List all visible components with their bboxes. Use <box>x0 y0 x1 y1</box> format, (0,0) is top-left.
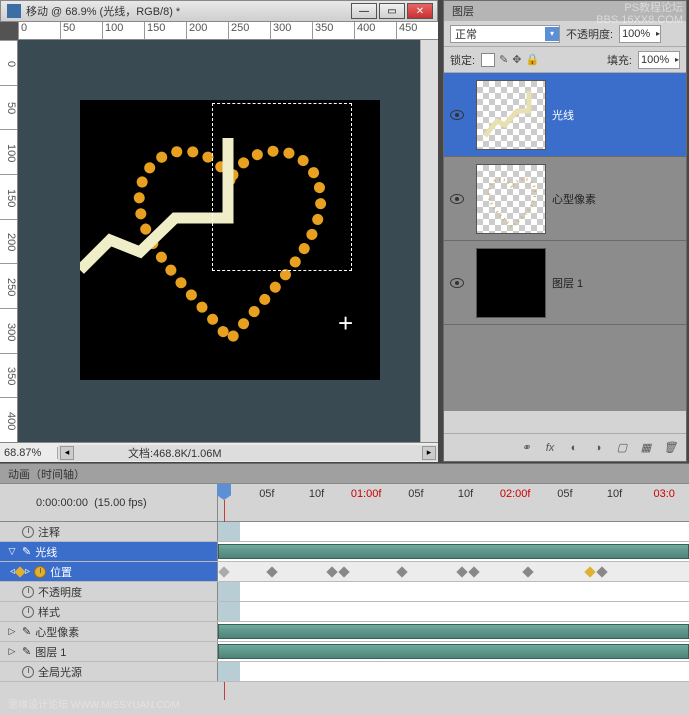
scrollbar-vertical[interactable] <box>420 40 438 442</box>
fill-label: 填充: <box>607 52 632 68</box>
stopwatch-icon[interactable] <box>22 526 34 538</box>
ruler-vertical[interactable]: 050100150200250300350400 <box>0 40 18 442</box>
expand-icon[interactable]: ▷ <box>6 626 18 637</box>
timeline-ruler[interactable]: 05f10f01:00f05f10f02:00f05f10f03:0 <box>218 484 689 521</box>
collapse-icon[interactable]: ▽ <box>6 546 18 557</box>
scroll-left-arrow[interactable]: ◂ <box>60 446 74 460</box>
scrollbar-horizontal[interactable]: ◂ 文档:468.8K/1.06M ▸ <box>58 445 438 461</box>
visibility-toggle[interactable] <box>444 110 470 120</box>
crosshair-cursor: + <box>338 308 353 339</box>
watermark-bottom: 思缘设计论坛 WWW.MISSYUAN.COM <box>8 696 180 711</box>
timeline-tracks: 注释 ▽ ✎ 光线 ◃ ▹ 位置 <box>0 522 689 682</box>
brush-icon: ✎ <box>22 545 31 558</box>
visibility-toggle[interactable] <box>444 194 470 204</box>
layer-thumbnail[interactable] <box>476 248 546 318</box>
document-titlebar[interactable]: 移动 @ 68.9% (光线，RGB/8) * — ▭ ✕ <box>0 0 438 22</box>
selection-marquee[interactable] <box>212 103 352 271</box>
opacity-label: 不透明度: <box>566 26 613 42</box>
keyframe[interactable] <box>338 566 349 577</box>
expand-icon[interactable]: ▷ <box>6 646 18 657</box>
track-light-layer[interactable]: ▽ ✎ 光线 <box>0 542 218 561</box>
stopwatch-icon[interactable] <box>22 606 34 618</box>
add-keyframe-icon[interactable] <box>14 566 25 577</box>
link-layers-icon[interactable]: ⚭ <box>518 441 534 455</box>
layer-name[interactable]: 心型像素 <box>552 191 596 207</box>
track-position[interactable]: ◃ ▹ 位置 <box>0 562 218 581</box>
layer-name[interactable]: 图层 1 <box>552 275 583 291</box>
layers-panel-footer: ⚭ fx ◐ ◑ ▢ ▦ 🗑 <box>444 433 686 461</box>
keyframe[interactable] <box>596 566 607 577</box>
layer-item[interactable]: 图层 1 <box>444 241 686 325</box>
lock-transparency-icon[interactable] <box>481 53 495 67</box>
status-bar: 68.87% ◂ 文档:468.8K/1.06M ▸ <box>0 442 438 462</box>
minimize-button[interactable]: — <box>351 3 377 19</box>
layers-panel: 图层 正常 ▾ 不透明度: 100%▸ 锁定: ✎ ✥ 🔒 填充: 100%▸ … <box>443 0 687 462</box>
track-comments[interactable]: 注释 <box>0 522 218 541</box>
keyframe[interactable] <box>396 566 407 577</box>
eye-icon <box>450 278 464 288</box>
keyframe[interactable] <box>584 566 595 577</box>
lock-label: 锁定: <box>450 52 475 68</box>
chevron-down-icon: ▾ <box>545 27 559 41</box>
track-style[interactable]: 样式 <box>0 602 218 621</box>
stopwatch-icon[interactable] <box>22 586 34 598</box>
lock-brush-icon[interactable]: ✎ <box>499 53 508 66</box>
playhead[interactable] <box>218 484 230 521</box>
canvas[interactable]: + <box>18 40 420 442</box>
mask-icon[interactable]: ◐ <box>566 441 582 455</box>
keyframe[interactable] <box>456 566 467 577</box>
lock-move-icon[interactable]: ✥ <box>512 53 521 66</box>
document-info: 文档:468.8K/1.06M <box>128 445 222 461</box>
timeline-timecode-area: 0:00:00:00 (15.00 fps) <box>0 484 218 521</box>
eye-icon <box>450 110 464 120</box>
timecode[interactable]: 0:00:00:00 <box>36 497 88 509</box>
stopwatch-icon[interactable] <box>22 666 34 678</box>
keyframe[interactable] <box>218 566 229 577</box>
new-layer-icon[interactable]: ▦ <box>638 441 654 455</box>
visibility-toggle[interactable] <box>444 278 470 288</box>
zoom-level[interactable]: 68.87% <box>0 447 58 459</box>
ruler-horizontal[interactable]: 050100150200250300350400450 <box>18 22 438 40</box>
keyframe[interactable] <box>266 566 277 577</box>
layer-item[interactable]: 光线 <box>444 73 686 157</box>
timeline-tab[interactable]: 动画（时间轴） <box>0 464 689 484</box>
fps-label: (15.00 fps) <box>94 497 147 509</box>
adjustment-icon[interactable]: ◑ <box>590 441 606 455</box>
layers-list: 光线心型像素图层 1 <box>444 73 686 411</box>
fx-icon[interactable]: fx <box>542 441 558 455</box>
layer-thumbnail[interactable] <box>476 80 546 150</box>
blend-mode-select[interactable]: 正常 ▾ <box>450 25 560 43</box>
keyframe[interactable] <box>468 566 479 577</box>
layer-thumbnail[interactable] <box>476 164 546 234</box>
document-title: 移动 @ 68.9% (光线，RGB/8) * <box>26 3 180 19</box>
keyframe-nav[interactable]: ◃ ▹ <box>10 566 30 577</box>
brush-icon: ✎ <box>22 645 31 658</box>
close-button[interactable]: ✕ <box>407 3 433 19</box>
lock-all-icon[interactable]: 🔒 <box>526 53 540 66</box>
layer-item[interactable]: 心型像素 <box>444 157 686 241</box>
keyframe[interactable] <box>522 566 533 577</box>
track-global-light[interactable]: 全局光源 <box>0 662 218 681</box>
document-window: 移动 @ 68.9% (光线，RGB/8) * — ▭ ✕ 0501001502… <box>0 0 438 462</box>
track-heart-layer[interactable]: ▷ ✎ 心型像素 <box>0 622 218 641</box>
playhead-handle-icon[interactable] <box>217 484 231 500</box>
stopwatch-active-icon[interactable] <box>34 566 46 578</box>
track-layer1[interactable]: ▷ ✎ 图层 1 <box>0 642 218 661</box>
brush-icon: ✎ <box>22 625 31 638</box>
eye-icon <box>450 194 464 204</box>
trash-icon[interactable]: 🗑 <box>662 441 678 455</box>
opacity-input[interactable]: 100%▸ <box>619 25 661 43</box>
artwork: + <box>80 100 380 380</box>
layer-name[interactable]: 光线 <box>552 107 574 123</box>
app-icon <box>7 4 21 18</box>
timeline-panel: 动画（时间轴） 0:00:00:00 (15.00 fps) 05f10f01:… <box>0 463 689 715</box>
track-opacity[interactable]: 不透明度 <box>0 582 218 601</box>
keyframe[interactable] <box>326 566 337 577</box>
fill-input[interactable]: 100%▸ <box>638 51 680 69</box>
watermark-top: PS教程论坛 BBS.16XX8.COM <box>596 2 683 26</box>
maximize-button[interactable]: ▭ <box>379 3 405 19</box>
scroll-right-arrow[interactable]: ▸ <box>422 446 436 460</box>
folder-icon[interactable]: ▢ <box>614 441 630 455</box>
